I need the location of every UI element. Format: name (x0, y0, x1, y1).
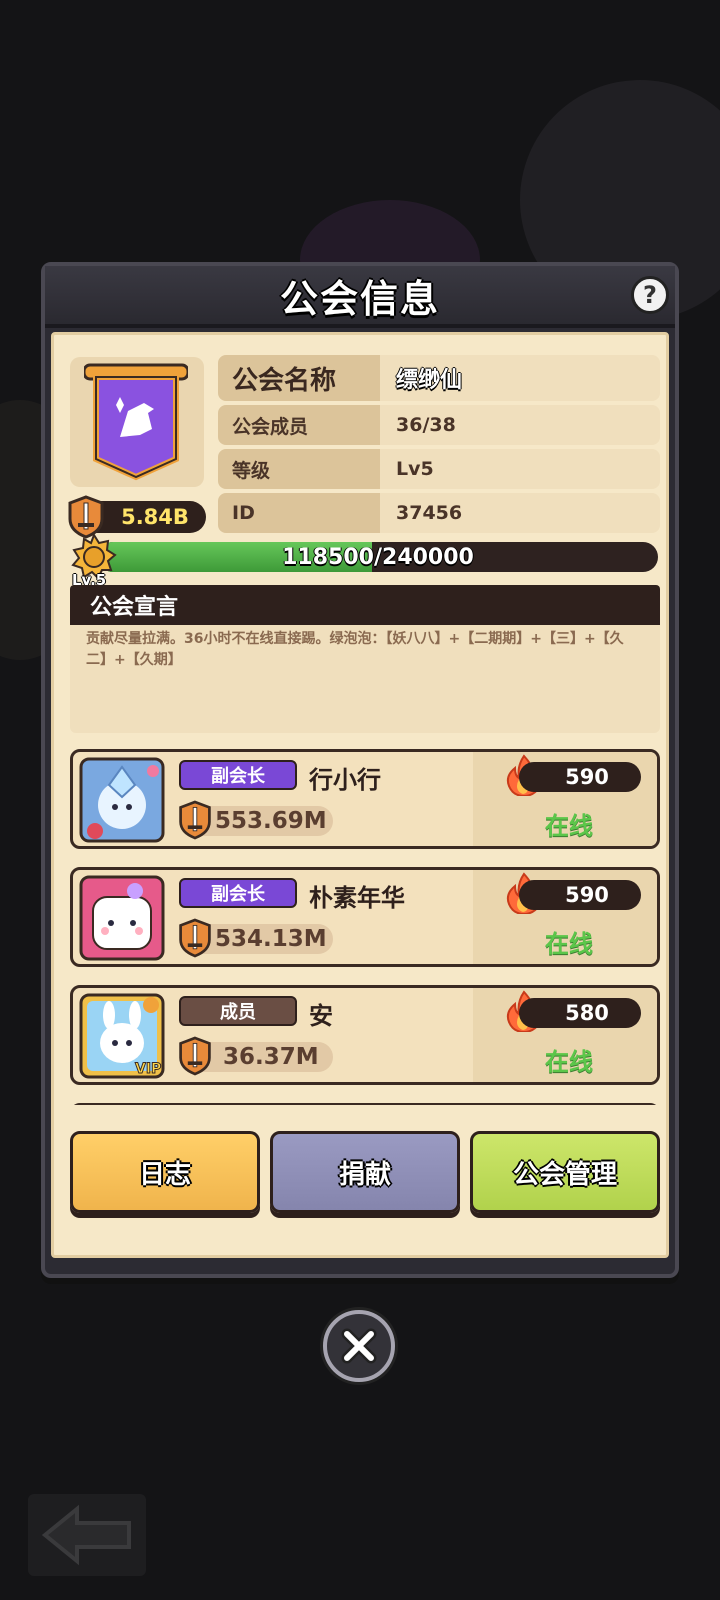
donate-button[interactable]: 捐献 (270, 1131, 460, 1213)
back-button[interactable] (28, 1494, 146, 1576)
member-role-badge: 成员 (179, 996, 297, 1026)
member-power-value: 534.13M (215, 926, 327, 952)
member-status: 在线 (545, 1048, 593, 1076)
guild-level-value: Lv5 (380, 449, 660, 489)
member-power-value: 36.37M (223, 1044, 319, 1070)
member-power: 553.69M (179, 800, 333, 840)
member-name: 行小行 (309, 766, 381, 794)
info-row-id: ID 37456 (218, 493, 660, 533)
info-row-level: 等级 Lv5 (218, 449, 660, 489)
ice-crystal-avatar-icon[interactable] (79, 757, 165, 843)
info-label: ID (218, 493, 380, 533)
guild-xp: 118500/240000 Lv.5 (70, 533, 660, 589)
guild-id-value: 37456 (380, 493, 660, 533)
sword-shield-icon (179, 918, 211, 958)
member-status: 在线 (545, 930, 593, 958)
dialog-title: 公会信息 (279, 276, 440, 321)
action-buttons: 日志 捐献 公会管理 (70, 1131, 660, 1217)
guild-power-value: 5.84B (121, 505, 189, 529)
marshmallow-avatar-icon[interactable] (79, 875, 165, 961)
log-button[interactable]: 日志 (70, 1131, 260, 1213)
member-name: 安 (309, 1002, 333, 1030)
guild-power: 5.84B (68, 495, 206, 539)
member-power-value: 553.69M (215, 808, 327, 834)
close-button[interactable] (323, 1310, 395, 1382)
sword-shield-icon (179, 1036, 211, 1076)
guild-info-panel: 5.84B 公会名称 缥缈仙 公会成员 36/38 等级 Lv5 ID 3745… (51, 332, 669, 1258)
member-name: 朴素年华 (309, 884, 405, 912)
info-label: 等级 (218, 449, 380, 489)
help-icon-glyph: ? (643, 281, 657, 309)
member-card[interactable]: 副会长 行小行 553.69M 590 在线 (70, 749, 660, 849)
member-activity: 590 (519, 880, 641, 910)
guild-name-value: 缥缈仙 (380, 355, 660, 401)
help-icon[interactable]: ? (631, 276, 669, 314)
info-label: 公会成员 (218, 405, 380, 445)
member-power: 36.37M (179, 1036, 333, 1076)
xp-progress-text: 118500/240000 (282, 544, 474, 570)
member-activity: 590 (519, 762, 641, 792)
member-count-value: 36/38 (380, 405, 660, 445)
list-fade (70, 1105, 660, 1119)
bunny-avatar-icon[interactable]: VIP (79, 993, 165, 1079)
guild-info-dialog: 公会信息 ? 5.84B 公会名称 缥缈仙 公会成员 36/38 等级 Lv5 … (41, 262, 679, 1278)
vip-badge: VIP (135, 1061, 161, 1077)
member-activity: 580 (519, 998, 641, 1028)
back-arrow-icon (41, 1504, 131, 1566)
declaration-header: 公会宣言 (70, 585, 660, 625)
member-list[interactable]: 副会长 行小行 553.69M 590 在线 副会长 朴素年华 534.13M … (70, 749, 660, 1119)
member-card[interactable]: 副会长 朴素年华 534.13M 590 在线 (70, 867, 660, 967)
guild-info-table: 公会名称 缥缈仙 公会成员 36/38 等级 Lv5 ID 37456 (218, 355, 660, 537)
declaration-text: 贡献尽量拉满。36小时不在线直接踢。绿泡泡：【妖八八】+【二期期】+【三】+【久… (70, 625, 660, 733)
xp-progress-bar: 118500/240000 (98, 542, 658, 572)
dialog-titlebar: 公会信息 ? (45, 266, 675, 328)
member-role-badge: 副会长 (179, 760, 297, 790)
member-role-badge: 副会长 (179, 878, 297, 908)
member-status: 在线 (545, 812, 593, 840)
info-row-name: 公会名称 缥缈仙 (218, 355, 660, 401)
member-power: 534.13M (179, 918, 333, 958)
member-card[interactable]: VIP 成员 安 36.37M 580 在线 (70, 985, 660, 1085)
guild-banner-emblem-icon[interactable] (84, 359, 188, 481)
info-row-members: 公会成员 36/38 (218, 405, 660, 445)
close-icon (341, 1328, 377, 1364)
guild-manage-button[interactable]: 公会管理 (470, 1131, 660, 1213)
info-label: 公会名称 (218, 355, 380, 401)
sword-shield-icon (179, 800, 211, 840)
